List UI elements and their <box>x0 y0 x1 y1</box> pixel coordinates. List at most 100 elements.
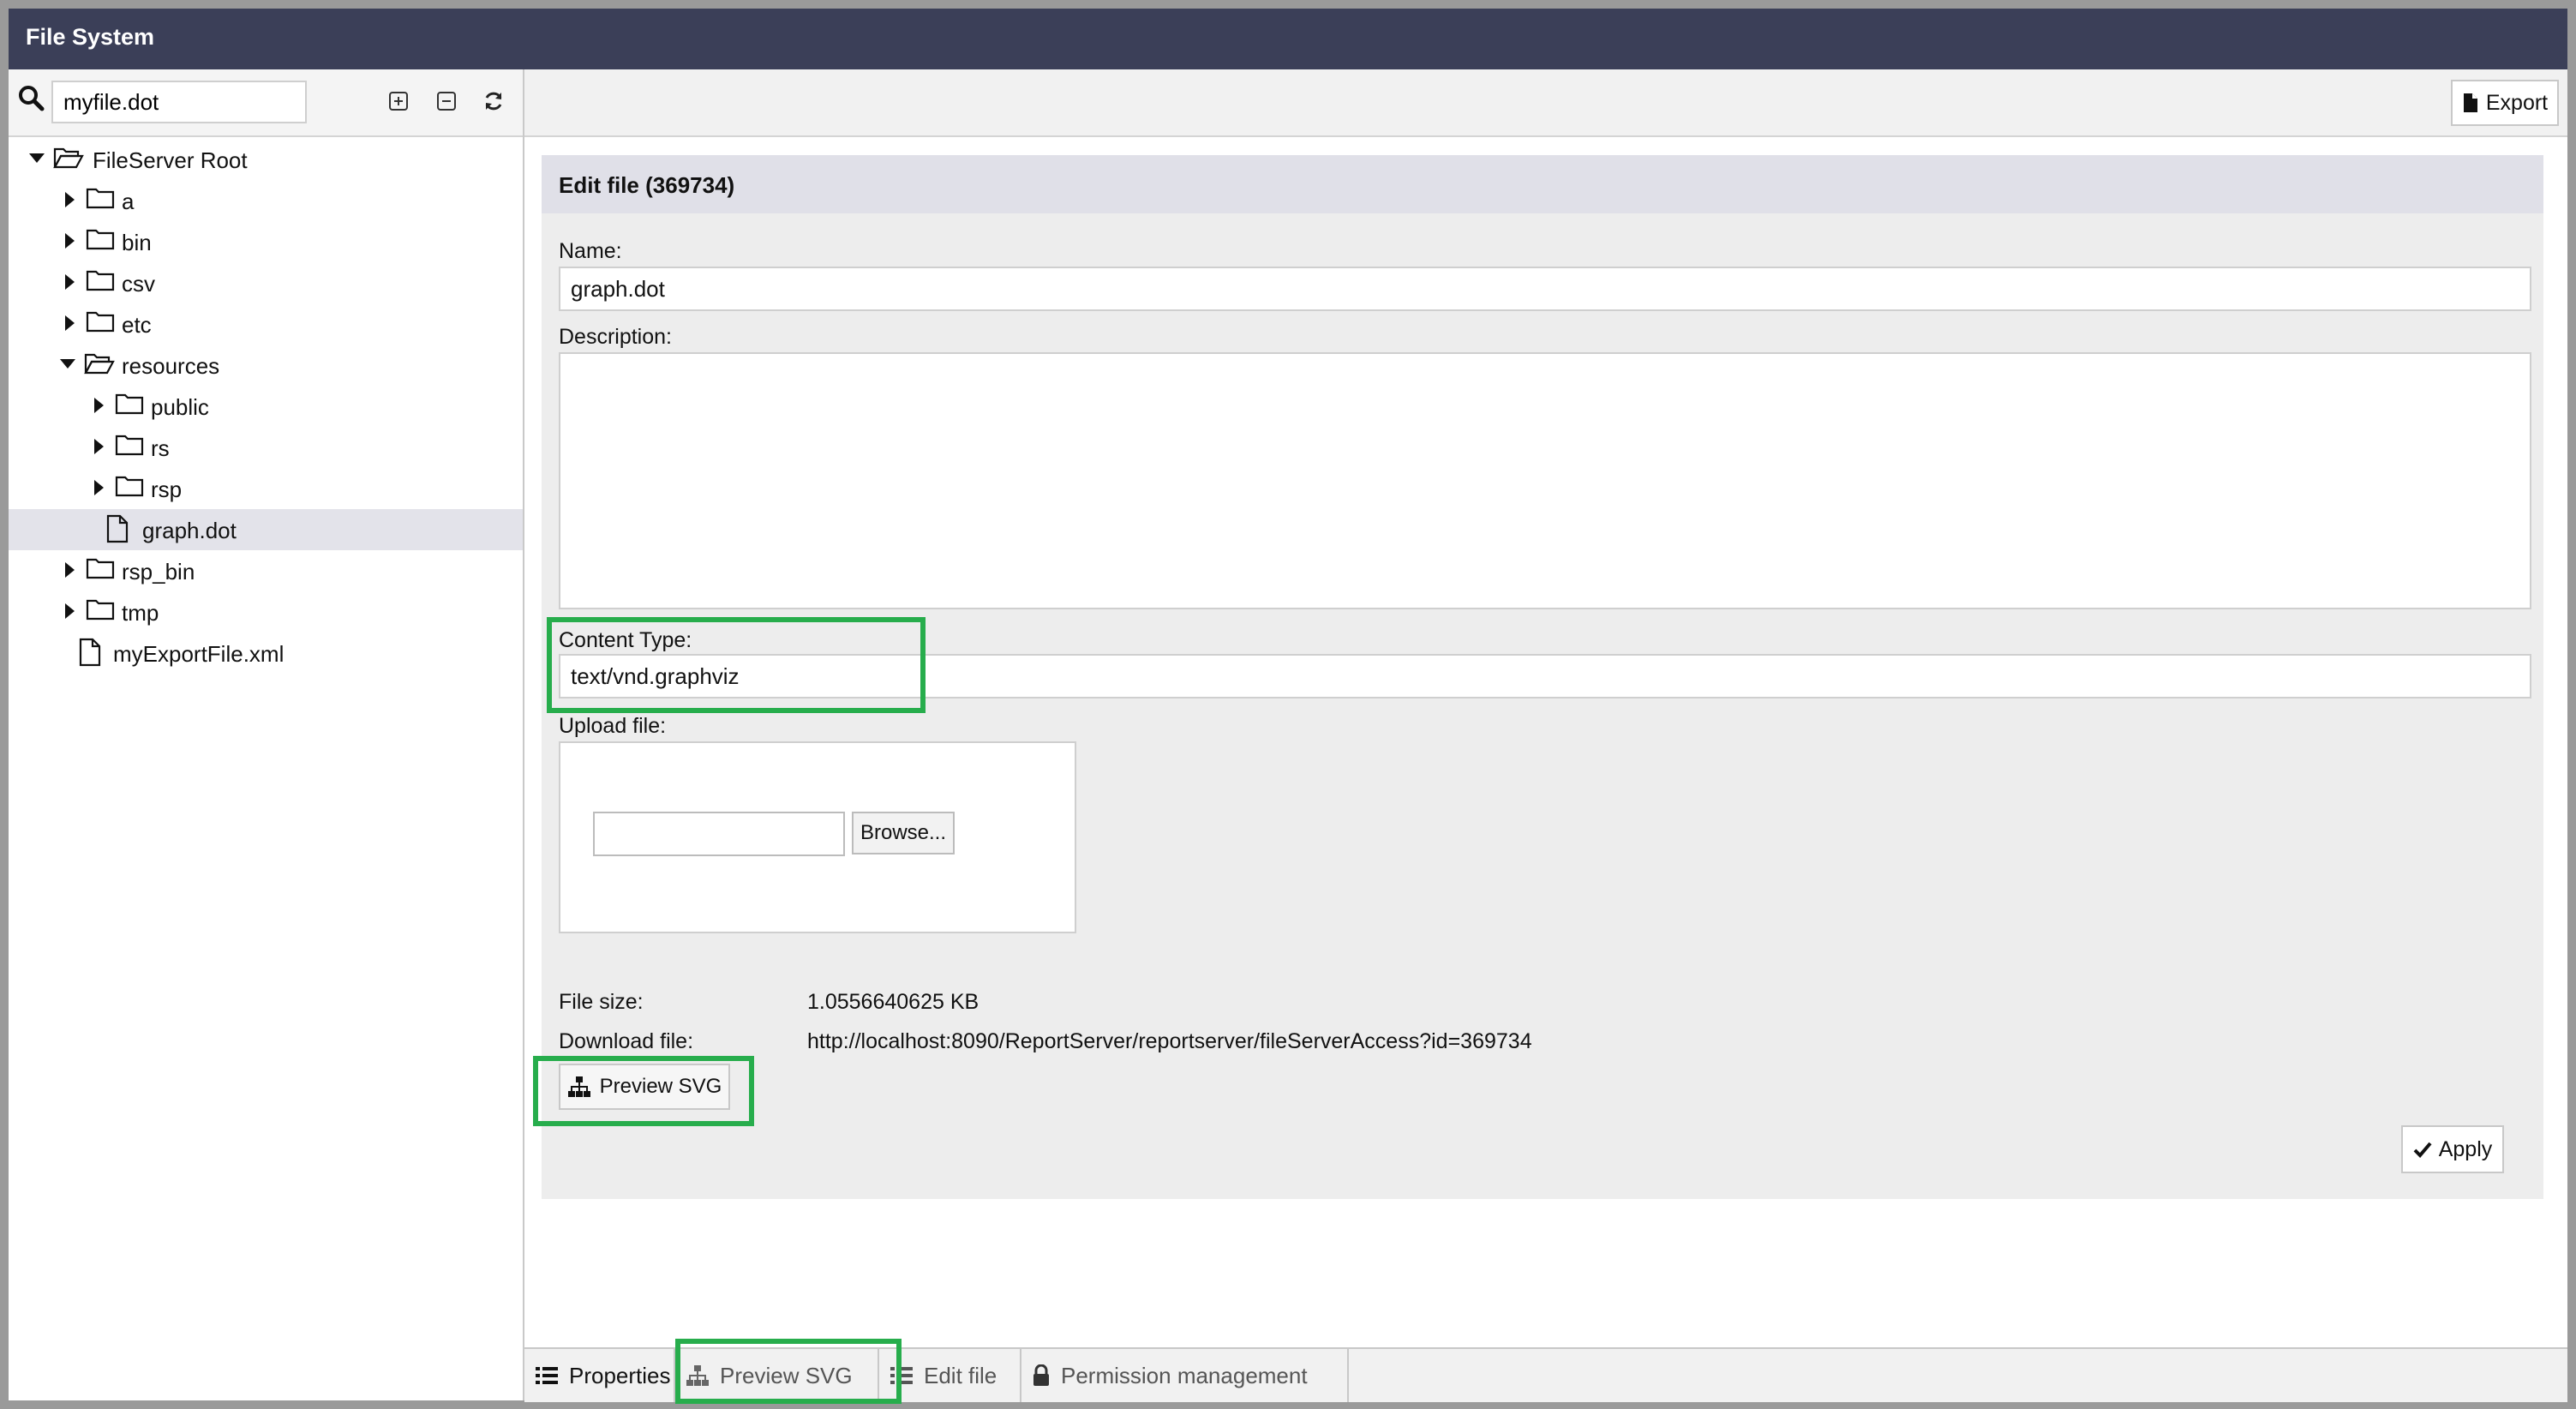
caret-right-icon[interactable] <box>60 602 79 621</box>
file-icon <box>2463 93 2477 112</box>
tab-label: Properties <box>569 1362 671 1388</box>
sitemap-icon <box>686 1365 709 1386</box>
tree-node-label: a <box>122 189 135 214</box>
editor-pane: Export Edit file (369734) Name: graph.do… <box>524 69 2567 1402</box>
tree-node-label: csv <box>122 271 155 297</box>
file-icon <box>79 638 101 667</box>
apply-button[interactable]: Apply <box>2401 1125 2504 1173</box>
tree-node-label: etc <box>122 312 152 338</box>
tree-node-label: public <box>151 394 209 420</box>
tree-node[interactable]: FileServer Root <box>9 139 523 180</box>
folder-icon <box>115 476 144 497</box>
tab-edit-file[interactable]: Edit file <box>879 1349 1021 1402</box>
caret-right-icon[interactable] <box>89 396 108 415</box>
file-size-label: File size: <box>559 990 644 1014</box>
tree-node-selected[interactable]: graph.dot <box>9 509 523 550</box>
search-input[interactable] <box>51 81 307 123</box>
export-label: Export <box>2485 90 2549 115</box>
tree-node-label: resources <box>122 353 220 379</box>
file-icon <box>106 514 129 543</box>
folder-icon <box>86 311 115 333</box>
expand-all-icon[interactable] <box>387 90 410 112</box>
name-input[interactable]: graph.dot <box>559 267 2531 311</box>
description-textarea[interactable] <box>559 352 2531 609</box>
file-path-input[interactable] <box>593 812 845 856</box>
editor-toolbar: Export <box>524 69 2567 137</box>
collapse-all-icon[interactable] <box>435 90 458 112</box>
folder-icon <box>86 229 115 250</box>
tree-node-label: myExportFile.xml <box>113 641 285 667</box>
content-type-label: Content Type: <box>559 628 692 652</box>
tree-node-label: bin <box>122 230 152 255</box>
tree-toolbar <box>9 69 523 137</box>
tree-node-label: rs <box>151 435 170 461</box>
window-title: File System <box>26 24 155 50</box>
tree-node[interactable]: rsp_bin <box>9 550 523 591</box>
folder-icon <box>86 558 115 579</box>
tree-node-label: rsp <box>151 477 183 502</box>
tree-node[interactable]: public <box>9 386 523 427</box>
tree-node-label: graph.dot <box>142 518 237 543</box>
folder-open-icon <box>53 147 84 169</box>
search-icon <box>19 86 45 111</box>
download-link[interactable]: http://localhost:8090/ReportServer/repor… <box>807 1029 1532 1054</box>
tree-node[interactable]: rs <box>9 427 523 468</box>
caret-down-icon[interactable] <box>58 355 77 374</box>
caret-right-icon[interactable] <box>60 561 79 579</box>
tab-permission-management[interactable]: Permission management <box>1021 1349 1349 1402</box>
file-size-value: 1.0556640625 KB <box>807 990 979 1014</box>
tree-node[interactable]: etc <box>9 303 523 345</box>
caret-right-icon[interactable] <box>60 314 79 333</box>
caret-down-icon[interactable] <box>27 149 46 168</box>
tree-node[interactable]: resources <box>9 345 523 386</box>
caret-right-icon[interactable] <box>89 437 108 456</box>
tab-label: Edit file <box>924 1362 997 1388</box>
caret-right-icon[interactable] <box>60 190 79 209</box>
folder-icon <box>115 393 144 415</box>
panel-title: Edit file (369734) <box>559 172 735 198</box>
name-label: Name: <box>559 239 622 263</box>
tree-node-label: rsp_bin <box>122 559 195 585</box>
preview-svg-button[interactable]: Preview SVG <box>559 1064 730 1110</box>
edit-file-panel: Edit file (369734) Name: graph.dot Descr… <box>542 155 2543 1199</box>
tree-node-label: FileServer Root <box>93 147 248 173</box>
folder-icon <box>86 599 115 621</box>
tab-label: Preview SVG <box>720 1362 853 1388</box>
tab-properties[interactable]: Properties <box>524 1349 675 1402</box>
tree-node[interactable]: a <box>9 180 523 221</box>
caret-right-icon[interactable] <box>89 478 108 497</box>
folder-icon <box>86 188 115 209</box>
content-type-input[interactable]: text/vnd.graphviz <box>559 654 2531 699</box>
upload-area: Browse... <box>559 741 1076 933</box>
caret-right-icon[interactable] <box>60 231 79 250</box>
export-button[interactable]: Export <box>2451 80 2559 126</box>
preview-svg-label: Preview SVG <box>599 1075 722 1098</box>
tree-node[interactable]: myExportFile.xml <box>9 633 523 674</box>
tree-node[interactable]: csv <box>9 262 523 303</box>
download-label: Download file: <box>559 1029 694 1053</box>
tree-node[interactable]: tmp <box>9 591 523 633</box>
browse-button[interactable]: Browse... <box>852 812 955 854</box>
upload-label: Upload file: <box>559 714 667 738</box>
caret-right-icon[interactable] <box>60 273 79 291</box>
tree-node[interactable]: rsp <box>9 468 523 509</box>
description-label: Description: <box>559 325 672 349</box>
folder-open-icon <box>84 353 115 375</box>
apply-label: Apply <box>2438 1136 2493 1161</box>
list-icon <box>890 1367 913 1384</box>
lock-icon <box>1033 1364 1049 1386</box>
check-icon <box>2413 1142 2432 1158</box>
file-tree-pane: FileServer Root a bin csv etc <box>9 69 524 1400</box>
tab-label: Permission management <box>1061 1362 1308 1388</box>
refresh-icon[interactable] <box>482 90 505 112</box>
folder-icon <box>115 435 144 456</box>
list-icon <box>536 1367 558 1384</box>
title-bar: File System <box>9 9 2567 69</box>
panel-header: Edit file (369734) <box>542 155 2543 213</box>
folder-icon <box>86 270 115 291</box>
tab-bar: Properties Preview SVG Edit file Permiss… <box>524 1347 2567 1402</box>
tree-node[interactable]: bin <box>9 221 523 262</box>
sitemap-icon <box>567 1076 590 1097</box>
tree-node-label: tmp <box>122 600 159 626</box>
tab-preview-svg[interactable]: Preview SVG <box>675 1349 879 1402</box>
